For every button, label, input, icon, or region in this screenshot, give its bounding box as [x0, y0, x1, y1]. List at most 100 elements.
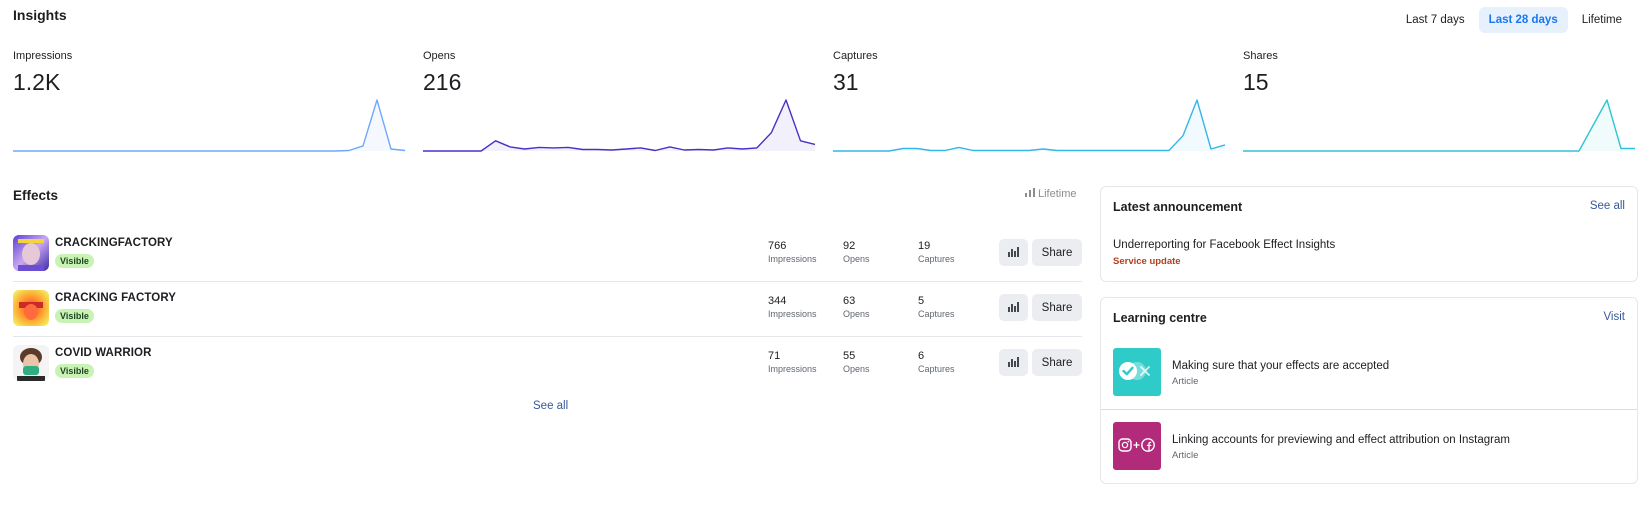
check-cross-icon	[1117, 360, 1157, 385]
stat-opens: 63 Opens	[843, 295, 870, 319]
learning-item[interactable]: Making sure that your effects are accept…	[1101, 336, 1637, 408]
stat-label: Opens	[843, 364, 870, 374]
stat-value: 6	[918, 350, 925, 362]
metric-label: Impressions	[13, 50, 73, 62]
effect-name[interactable]: COVID WARRIOR	[55, 347, 152, 359]
metric-label: Shares	[1243, 50, 1278, 62]
announcement-see-all-link[interactable]: See all	[1590, 200, 1625, 212]
status-badge: Visible	[55, 364, 94, 378]
stat-label: Impressions	[768, 364, 817, 374]
range-last-28-days[interactable]: Last 28 days	[1478, 7, 1568, 33]
stat-value: 5	[918, 295, 925, 307]
date-range-selector: Last 7 days Last 28 days Lifetime	[1396, 7, 1632, 33]
effect-row[interactable]: COVID WARRIOR Visible 71 Impressions 55 …	[13, 337, 1082, 392]
insights-chart-button[interactable]	[999, 349, 1028, 376]
sparkline-area	[423, 100, 815, 151]
range-lifetime[interactable]: Lifetime	[1572, 7, 1632, 33]
metric-shares: Shares 15	[1243, 50, 1635, 162]
metric-value: 31	[833, 69, 859, 95]
sparkline-area	[13, 100, 405, 151]
metric-value: 1.2K	[13, 69, 61, 95]
metric-captures: Captures 31	[833, 50, 1226, 162]
effect-thumbnail	[13, 345, 49, 381]
shares-sparkline	[1243, 99, 1635, 152]
stat-value: 766	[768, 240, 787, 252]
learning-item-title: Linking accounts for previewing and effe…	[1172, 434, 1510, 446]
share-button[interactable]: Share	[1032, 294, 1082, 321]
status-badge: Visible	[55, 254, 94, 268]
effect-row[interactable]: CRACKINGFACTORY Visible 766 Impressions …	[13, 227, 1082, 282]
insights-chart-button[interactable]	[999, 294, 1028, 321]
share-button[interactable]: Share	[1032, 239, 1082, 266]
stat-label: Opens	[843, 254, 870, 264]
sparkline-area	[1243, 100, 1635, 151]
sparkline-line	[1243, 99, 1635, 152]
metrics-row: Impressions 1.2K Opens 216 Captures 31 S…	[13, 50, 1635, 162]
stat-opens: 55 Opens	[843, 350, 870, 374]
captures-sparkline	[833, 99, 1226, 152]
bar-chart-icon	[1008, 245, 1019, 260]
effect-thumbnail	[13, 290, 49, 326]
learning-item-title: Making sure that your effects are accept…	[1172, 360, 1390, 372]
learning-item[interactable]: Linking accounts for previewing and effe…	[1101, 409, 1637, 481]
stat-captures: 19 Captures	[918, 240, 955, 264]
stat-label: Opens	[843, 309, 870, 319]
stat-captures: 6 Captures	[918, 350, 955, 374]
bar-chart-icon	[1008, 300, 1019, 315]
announcement-headline[interactable]: Underreporting for Facebook Effect Insig…	[1113, 239, 1335, 251]
sparkline-area	[833, 100, 1225, 151]
stat-value: 92	[843, 240, 856, 252]
bar-chart-icon	[1008, 355, 1019, 370]
insights-title: Insights	[13, 7, 67, 23]
sparkline-line	[13, 99, 406, 152]
stat-value: 63	[843, 295, 856, 307]
learning-thumbnail	[1113, 422, 1161, 470]
effects-period[interactable]: Lifetime	[1025, 188, 1077, 200]
announcement-tag: Service update	[1113, 256, 1181, 267]
effects-see-all-link[interactable]: See all	[533, 400, 568, 412]
instagram-plus-facebook-icon	[1118, 437, 1156, 456]
stat-impressions: 766 Impressions	[768, 240, 817, 264]
stat-impressions: 344 Impressions	[768, 295, 817, 319]
effect-name[interactable]: CRACKING FACTORY	[55, 292, 176, 304]
stat-captures: 5 Captures	[918, 295, 955, 319]
metric-label: Opens	[423, 50, 456, 62]
effects-period-label: Lifetime	[1038, 188, 1077, 200]
effect-row[interactable]: CRACKING FACTORY Visible 344 Impressions…	[13, 282, 1082, 337]
insights-chart-button[interactable]	[999, 239, 1028, 266]
metric-impressions: Impressions 1.2K	[13, 50, 406, 162]
metric-value: 216	[423, 69, 462, 95]
sparkline-line	[423, 99, 816, 152]
learning-centre-card: Learning centre Visit Making sure that y…	[1100, 297, 1638, 484]
opens-sparkline	[423, 99, 816, 152]
stat-impressions: 71 Impressions	[768, 350, 817, 374]
metric-value: 15	[1243, 69, 1269, 95]
stat-opens: 92 Opens	[843, 240, 870, 264]
announcement-card: Latest announcement See all Underreporti…	[1100, 186, 1638, 282]
stat-value: 19	[918, 240, 931, 252]
stat-value: 55	[843, 350, 856, 362]
announcement-title: Latest announcement	[1113, 200, 1243, 214]
bar-chart-icon	[1025, 188, 1035, 200]
stat-label: Captures	[918, 254, 955, 264]
learning-item-type: Article	[1172, 450, 1199, 461]
effect-thumbnail	[13, 235, 49, 271]
learning-centre-visit-link[interactable]: Visit	[1603, 311, 1625, 323]
metric-label: Captures	[833, 50, 878, 62]
stat-label: Captures	[918, 309, 955, 319]
stat-value: 71	[768, 350, 781, 362]
status-badge: Visible	[55, 309, 94, 323]
learning-item-type: Article	[1172, 376, 1199, 387]
stat-label: Impressions	[768, 254, 817, 264]
range-last-7-days[interactable]: Last 7 days	[1396, 7, 1475, 33]
share-button[interactable]: Share	[1032, 349, 1082, 376]
effects-list: CRACKINGFACTORY Visible 766 Impressions …	[13, 227, 1082, 392]
effect-name[interactable]: CRACKINGFACTORY	[55, 237, 173, 249]
effects-title: Effects	[13, 188, 59, 203]
stat-value: 344	[768, 295, 787, 307]
stat-label: Impressions	[768, 309, 817, 319]
learning-thumbnail	[1113, 348, 1161, 396]
learning-centre-title: Learning centre	[1113, 311, 1207, 325]
stat-label: Captures	[918, 364, 955, 374]
impressions-sparkline	[13, 99, 406, 152]
